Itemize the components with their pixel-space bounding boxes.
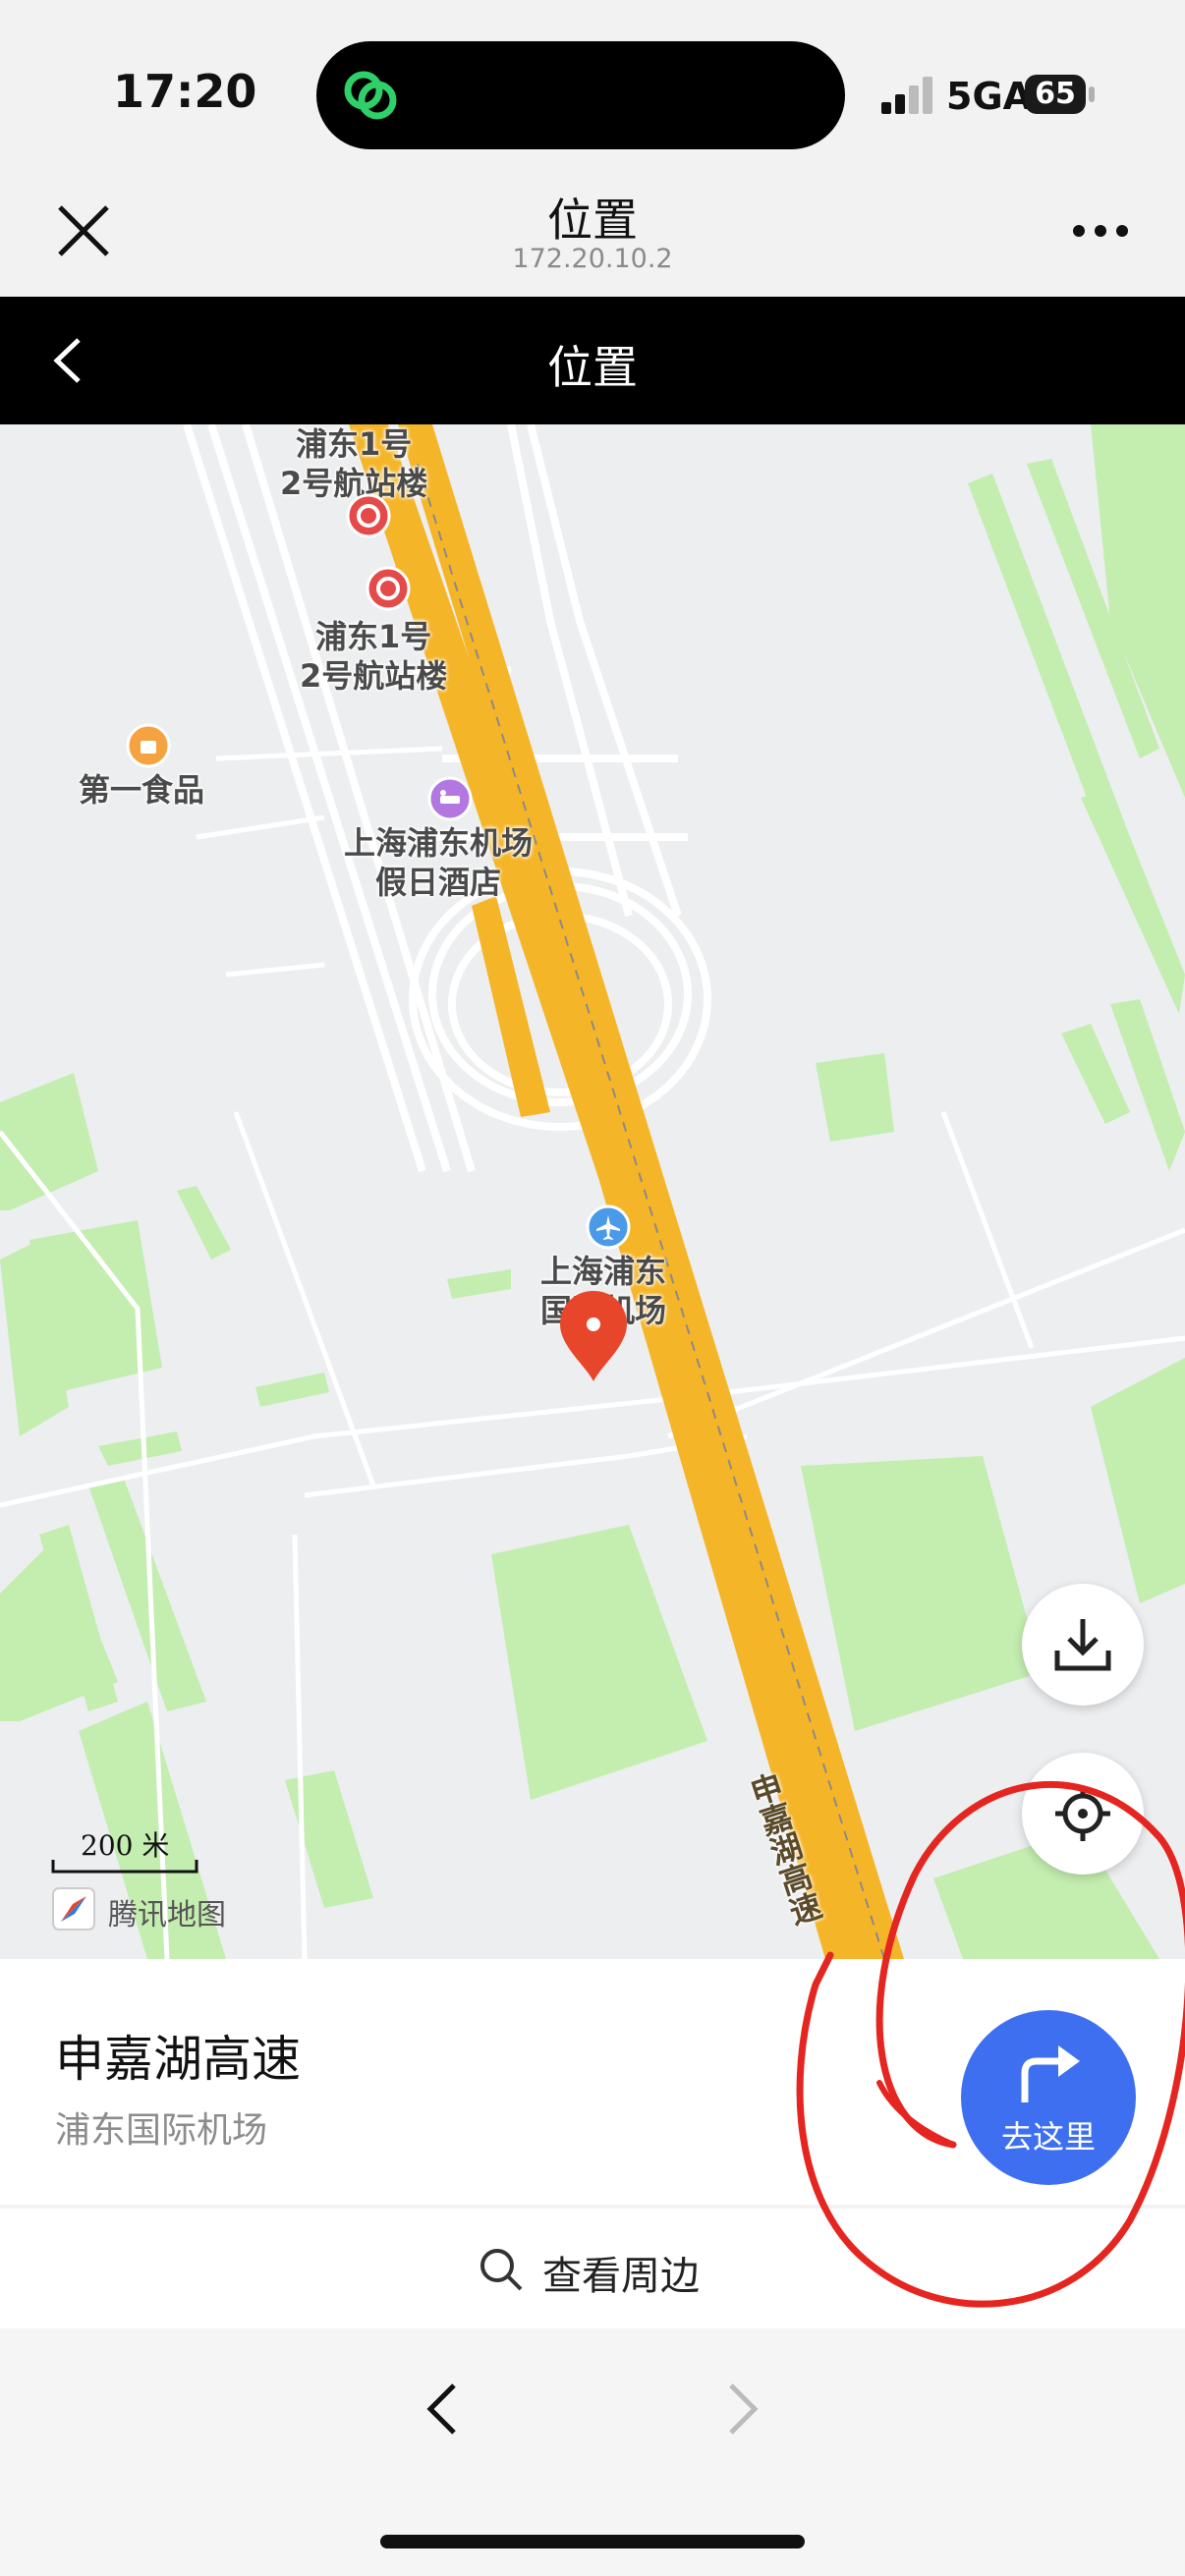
page-title: 位置	[547, 341, 638, 394]
more-icon[interactable]	[1071, 214, 1130, 248]
nav-title: 位置	[547, 194, 638, 247]
wechat-island-icon	[344, 71, 397, 120]
turn-right-icon	[1021, 2045, 1080, 2102]
map-base	[0, 424, 1185, 1959]
map-view[interactable]: 浦东1号 2号航站楼 浦东1号 2号航站楼 第一食品 上海浦东机场 假日酒店 上海浦东…	[0, 424, 1185, 1959]
network-type: 5GA	[946, 75, 1033, 118]
scale-text: 200 米	[81, 1829, 170, 1862]
metro-icon[interactable]	[346, 493, 391, 538]
search-icon	[480, 2249, 523, 2291]
status-bar: 17:20 5GA 65	[0, 0, 1185, 177]
nearby-label: 查看周边	[542, 2254, 700, 2299]
download-icon	[1054, 1619, 1111, 1671]
shopping-icon[interactable]	[126, 723, 171, 768]
nav-subtitle: 172.20.10.2	[512, 244, 673, 274]
metro-icon[interactable]	[366, 566, 411, 611]
airport-icon[interactable]	[586, 1204, 631, 1250]
go-here-button[interactable]: 去这里	[961, 2010, 1136, 2185]
go-here-label: 去这里	[1000, 2118, 1096, 2156]
location-address: 浦东国际机场	[55, 2110, 268, 2151]
tencent-map-logo-icon	[52, 1887, 95, 1931]
map-scale: 200 米	[51, 1824, 198, 1874]
battery-icon: 65	[1025, 75, 1086, 114]
hotel-icon[interactable]	[427, 776, 473, 821]
terminal-label-top[interactable]: 浦东1号 2号航站楼	[280, 424, 427, 503]
attribution-text: 腾讯地图	[108, 1898, 226, 1932]
view-nearby-button[interactable]: 查看周边	[0, 2209, 1185, 2328]
signal-icon	[881, 77, 932, 114]
status-time: 17:20	[113, 65, 257, 118]
terminal-label-mid[interactable]: 浦东1号 2号航站楼	[300, 617, 447, 696]
hotel-label[interactable]: 上海浦东机场 假日酒店	[344, 823, 533, 902]
food-label[interactable]: 第一食品	[79, 770, 204, 810]
back-arrow-icon[interactable]	[423, 2380, 462, 2438]
locate-button[interactable]	[1022, 1753, 1144, 1875]
dynamic-island	[316, 41, 845, 149]
home-indicator	[380, 2535, 805, 2548]
location-pin-icon	[560, 1291, 627, 1381]
location-panel: 申嘉湖高速 浦东国际机场 去这里	[0, 1959, 1185, 2205]
location-name: 申嘉湖高速	[55, 2031, 301, 2088]
locate-icon	[1055, 1786, 1110, 1841]
forward-arrow-icon[interactable]	[723, 2380, 762, 2438]
scale-bar	[51, 1860, 198, 1874]
download-button[interactable]	[1022, 1584, 1144, 1706]
battery-cap	[1089, 86, 1095, 102]
page-header: 位置	[0, 297, 1185, 424]
